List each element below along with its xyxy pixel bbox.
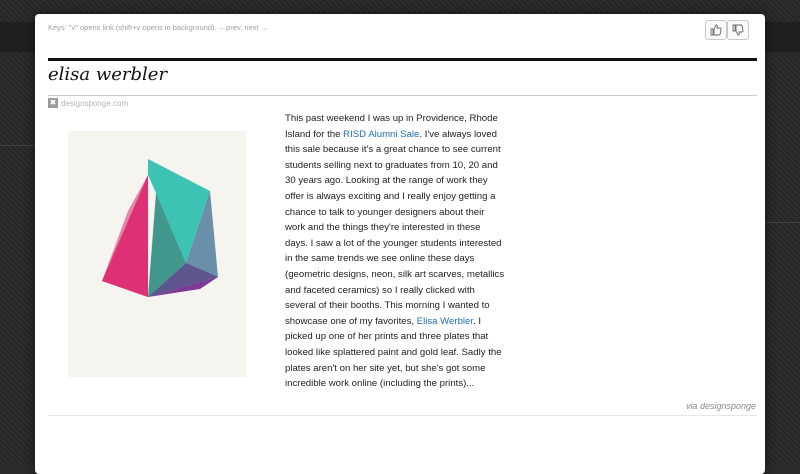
article-body: This past weekend I was up in Providence… <box>285 111 505 392</box>
background-divider <box>0 145 35 146</box>
thumbs-up-icon <box>710 24 722 36</box>
keyboard-hint: Keys: "v" opens link (shift+v opens in b… <box>48 23 269 32</box>
article-image[interactable] <box>68 131 246 377</box>
thumbs-down-button[interactable] <box>727 20 749 40</box>
article-title[interactable]: elisa werbler <box>48 64 167 85</box>
via-attribution[interactable]: via designsponge <box>686 401 756 411</box>
background-divider <box>765 222 800 223</box>
risd-alumni-sale-link[interactable]: RISD Alumni Sale <box>343 129 419 140</box>
geometric-pyramid-artwork <box>102 159 218 297</box>
footer-rule <box>48 415 757 416</box>
title-top-rule <box>48 58 757 61</box>
thumbs-down-icon <box>732 24 744 36</box>
body-text-part: . I've always loved this sale because it… <box>285 128 505 327</box>
thumbs-up-button[interactable] <box>705 20 727 40</box>
title-bottom-rule <box>48 95 757 96</box>
source-domain: designsponge.com <box>61 98 129 108</box>
source-link[interactable]: ✖ designsponge.com <box>48 98 128 108</box>
article-preview-modal: Keys: "v" opens link (shift+v opens in b… <box>35 14 765 474</box>
favicon-icon: ✖ <box>48 98 58 108</box>
elisa-werbler-link[interactable]: Elisa Werbler <box>417 316 473 327</box>
